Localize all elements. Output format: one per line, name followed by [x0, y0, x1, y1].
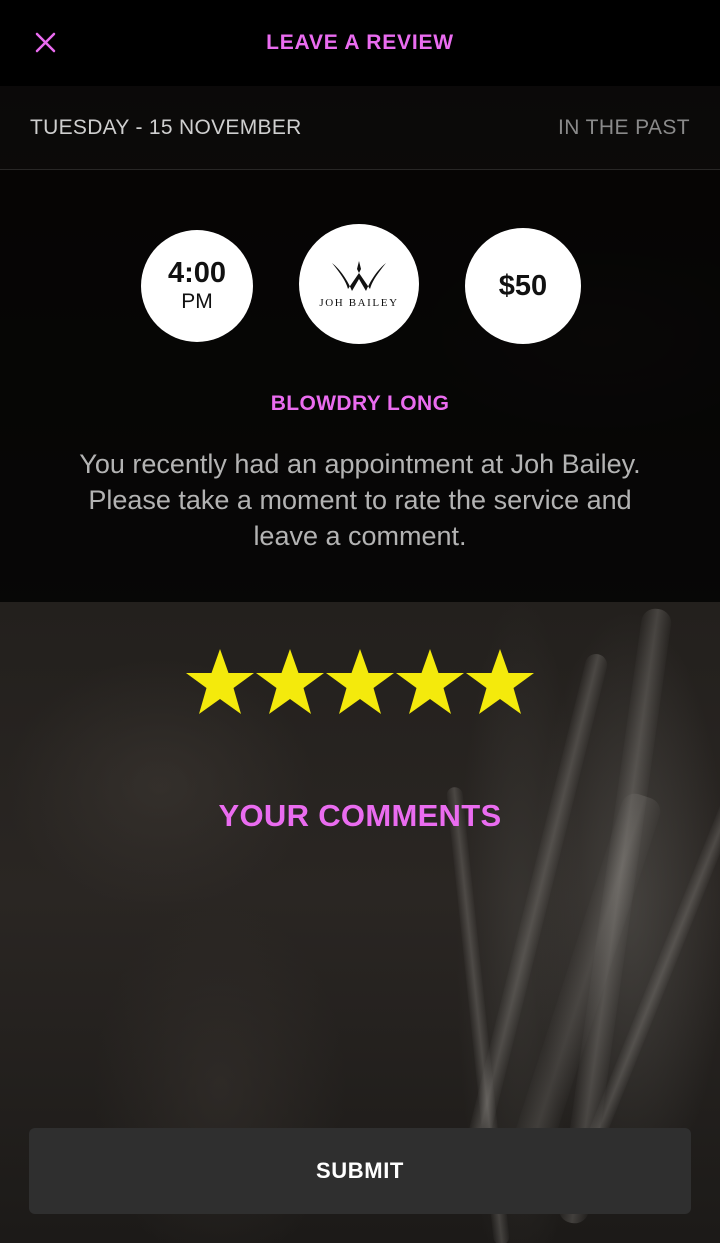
header-bar: LEAVE A REVIEW — [0, 0, 720, 86]
star-icon-5[interactable] — [465, 645, 535, 721]
star-icon-2[interactable] — [255, 645, 325, 721]
appointment-info-panel: 4:00 PM JOH BAILEY $50 BLOWDRY LONG You … — [0, 170, 720, 602]
price-badge: $50 — [465, 228, 581, 344]
submit-button[interactable]: SUBMIT — [29, 1128, 691, 1214]
review-message: You recently had an appointment at Joh B… — [79, 449, 641, 551]
date-bar: TUESDAY - 15 NOVEMBER IN THE PAST — [0, 86, 720, 170]
time-badge: 4:00 PM — [141, 230, 253, 342]
price-value: $50 — [498, 269, 548, 302]
salon-logo-badge: JOH BAILEY — [299, 224, 419, 344]
star-icon-3[interactable] — [325, 645, 395, 721]
comments-input[interactable] — [30, 850, 690, 1100]
salon-logo-text: JOH BAILEY — [319, 297, 399, 309]
service-name: BLOWDRY LONG — [270, 392, 450, 415]
appointment-status: IN THE PAST — [558, 115, 690, 139]
close-button[interactable] — [28, 26, 62, 60]
page-title: LEAVE A REVIEW — [266, 31, 454, 54]
star-rating[interactable] — [0, 645, 720, 721]
comments-label: YOUR COMMENTS — [218, 798, 502, 833]
close-icon — [35, 32, 56, 53]
crown-logo-icon — [332, 261, 386, 291]
time-value: 4:00 — [167, 256, 227, 289]
star-icon-1[interactable] — [185, 645, 255, 721]
star-icon-4[interactable] — [395, 645, 465, 721]
appointment-date: TUESDAY - 15 NOVEMBER — [30, 115, 302, 139]
time-period: PM — [181, 289, 213, 313]
